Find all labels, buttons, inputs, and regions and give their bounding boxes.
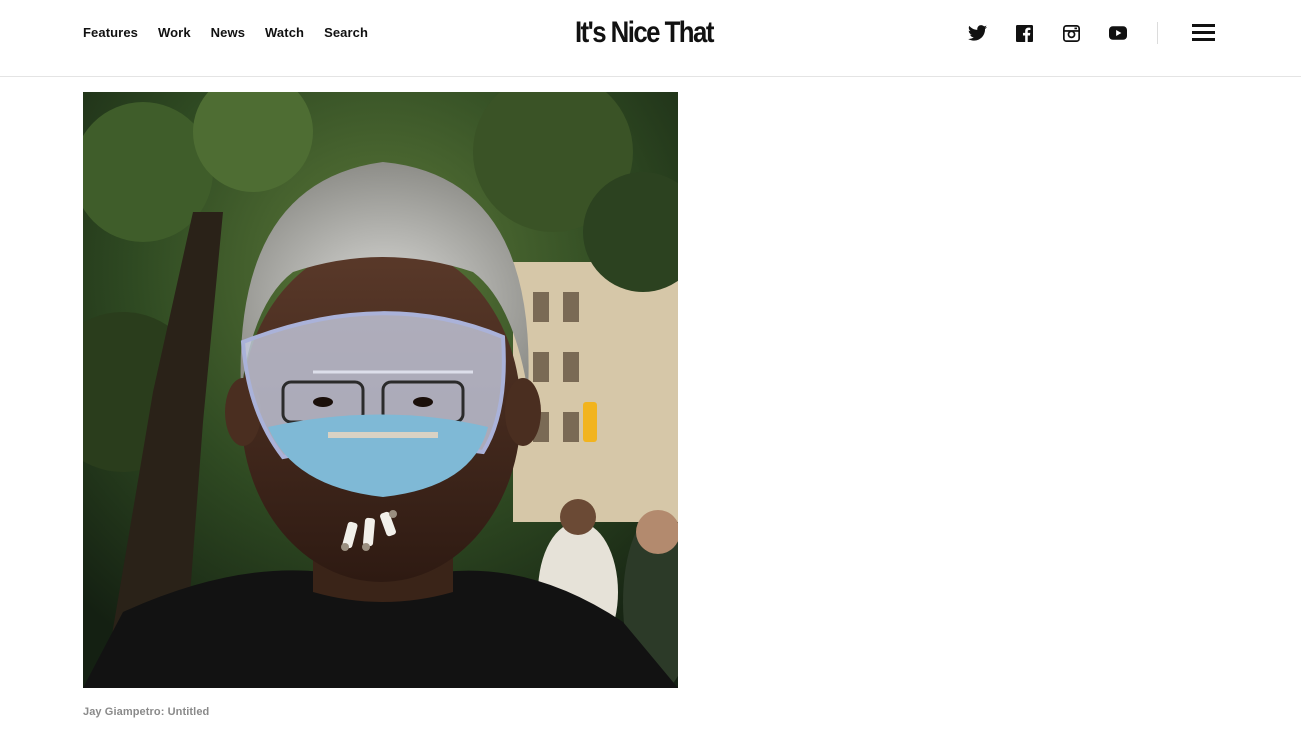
nav-item-work[interactable]: Work [158,24,191,42]
image-caption: Jay Giampetro: Untitled [83,706,210,718]
social-links [966,22,1154,44]
nav-item-features[interactable]: Features [83,24,138,42]
header-divider [1157,22,1158,44]
youtube-icon[interactable] [1107,22,1129,44]
nav-item-watch[interactable]: Watch [265,24,304,42]
site-logo[interactable]: It's Nice That [575,14,714,52]
site-header: Features Work News Watch Search It's Nic… [0,0,1301,77]
main-nav: Features Work News Watch Search [83,24,388,42]
instagram-icon[interactable] [1060,22,1082,44]
facebook-icon[interactable] [1013,22,1035,44]
article-image [83,92,678,688]
nav-item-search[interactable]: Search [324,24,368,42]
twitter-icon[interactable] [966,22,988,44]
hamburger-menu-icon[interactable] [1192,24,1215,42]
nav-item-news[interactable]: News [211,24,245,42]
